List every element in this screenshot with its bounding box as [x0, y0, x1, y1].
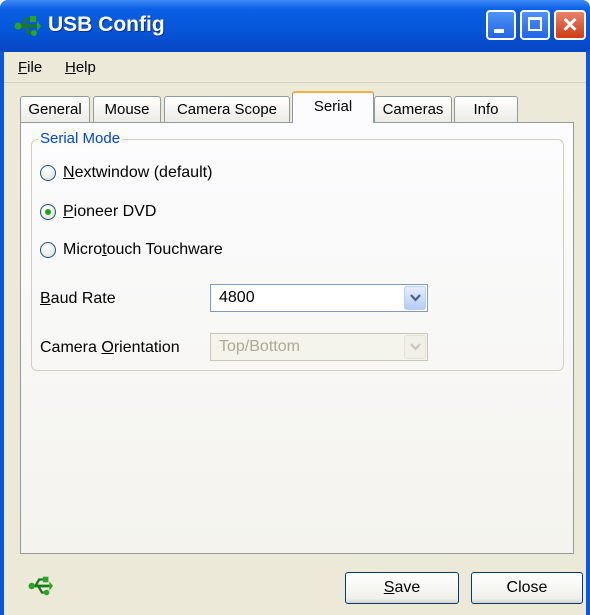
radio-button[interactable]	[40, 165, 56, 181]
close-window-button[interactable]: ×	[554, 10, 586, 40]
radio-button-checked[interactable]	[40, 204, 56, 220]
dropdown-arrow[interactable]	[404, 286, 426, 310]
app-window: USB Config × File Help General Mouse Cam…	[0, 0, 590, 615]
minimize-icon	[494, 29, 504, 33]
serial-tab-panel: Serial Mode Nextwindow (default) Pioneer…	[20, 122, 574, 554]
usb-icon	[14, 16, 41, 36]
chevron-down-icon	[410, 294, 421, 302]
tab-serial[interactable]: Serial	[292, 91, 374, 123]
radio-label: Pioneer DVD	[63, 203, 157, 220]
close-button[interactable]: Close	[471, 572, 583, 604]
close-icon: ×	[562, 9, 578, 39]
client-area: File Help General Mouse Camera Scope Ser…	[4, 52, 586, 615]
chevron-down-icon	[410, 343, 421, 351]
menu-bar: File Help	[4, 52, 586, 83]
camera-orientation-select: Top/Bottom	[210, 333, 428, 361]
menu-help[interactable]: Help	[65, 59, 96, 76]
radio-label: Nextwindow (default)	[63, 164, 213, 181]
serial-mode-group: Serial Mode Nextwindow (default) Pioneer…	[31, 130, 564, 371]
maximize-button[interactable]	[520, 10, 550, 40]
camera-orientation-value: Top/Bottom	[219, 338, 300, 355]
tab-cameras[interactable]: Cameras	[374, 96, 452, 122]
minimize-button[interactable]	[486, 10, 516, 40]
radio-button[interactable]	[40, 242, 56, 258]
tab-mouse[interactable]: Mouse	[93, 96, 161, 122]
baud-rate-select[interactable]: 4800	[210, 284, 428, 312]
save-button[interactable]: Save	[345, 572, 459, 604]
usb-icon	[28, 576, 54, 596]
dropdown-arrow	[404, 335, 426, 359]
radio-label: Microtouch Touchware	[63, 241, 223, 258]
serial-mode-group-title: Serial Mode	[38, 130, 123, 147]
window-title: USB Config	[48, 13, 165, 36]
title-bar[interactable]: USB Config ×	[0, 0, 590, 52]
baud-rate-value: 4800	[219, 289, 255, 306]
menu-file[interactable]: File	[18, 59, 42, 76]
tab-info[interactable]: Info	[454, 96, 518, 122]
maximize-icon	[528, 17, 542, 31]
tab-camera-scope[interactable]: Camera Scope	[164, 96, 290, 122]
baud-rate-label: Baud Rate	[40, 290, 116, 307]
camera-orientation-label: Camera Orientation	[40, 339, 180, 356]
tab-general[interactable]: General	[20, 96, 90, 122]
